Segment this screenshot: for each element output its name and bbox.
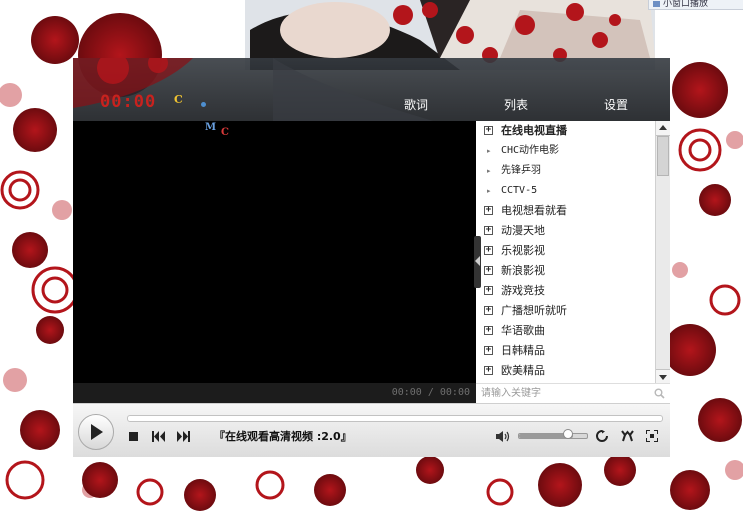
time-display: 00:00 bbox=[100, 92, 157, 112]
playlist-scrollbar[interactable] bbox=[655, 121, 670, 384]
playlist-item-label: 先锋乒羽 bbox=[501, 165, 541, 176]
marker-m: M bbox=[205, 122, 217, 133]
expand-icon[interactable]: + bbox=[484, 266, 493, 275]
playlist-group[interactable]: + 游戏竞技 bbox=[476, 281, 656, 301]
previous-icon[interactable] bbox=[152, 431, 165, 442]
expand-icon[interactable]: + bbox=[484, 226, 493, 235]
fullscreen-icon[interactable] bbox=[646, 430, 658, 442]
header-artwork bbox=[73, 58, 433, 121]
playlist-group[interactable]: + 华语歌曲 bbox=[476, 321, 656, 341]
volume-thumb[interactable] bbox=[563, 429, 573, 439]
player-window: 00:00 C 歌词 列表 设置 M C 00:00 / 00:00 + 在线电视… bbox=[73, 58, 670, 457]
scroll-down-button[interactable] bbox=[656, 369, 670, 384]
playlist-item-label: 广播想听就听 bbox=[501, 304, 567, 317]
c-mark: C bbox=[174, 93, 183, 106]
playlist-item-label: 乐视影视 bbox=[501, 244, 545, 257]
playlist-item-label: CHC动作电影 bbox=[501, 145, 560, 156]
tab-lyrics[interactable]: 歌词 bbox=[404, 96, 428, 113]
time-readout: 00:00 / 00:00 bbox=[391, 387, 470, 398]
playlist-item-label: 游戏竞技 bbox=[501, 284, 545, 297]
playlist-group[interactable]: + 电视想看就看 bbox=[476, 201, 656, 221]
search-input[interactable] bbox=[481, 386, 641, 401]
expand-icon[interactable]: + bbox=[484, 346, 493, 355]
collapse-arrow-icon bbox=[475, 256, 480, 266]
window-icon bbox=[653, 1, 660, 7]
collapse-panel-handle[interactable] bbox=[474, 236, 481, 288]
playlist-group[interactable]: + 日韩精品 bbox=[476, 341, 656, 361]
tab-settings[interactable]: 设置 bbox=[604, 96, 628, 113]
control-bar: 『在线观看高清视频 :2.0』 bbox=[73, 403, 670, 457]
mini-window-label: 小窗口播放 bbox=[663, 0, 709, 9]
volume-icon[interactable] bbox=[496, 431, 510, 442]
bullet-icon: ▸ bbox=[487, 167, 491, 175]
playlist-item-label: 欧美精品 bbox=[501, 364, 545, 377]
search-box bbox=[476, 383, 670, 403]
marker-c: C bbox=[221, 127, 229, 138]
expand-icon[interactable]: + bbox=[484, 246, 493, 255]
expand-icon[interactable]: + bbox=[484, 326, 493, 335]
scroll-thumb[interactable] bbox=[657, 136, 669, 176]
video-time-bar: 00:00 / 00:00 bbox=[73, 383, 476, 403]
status-dot bbox=[201, 102, 206, 107]
playlist-item-label: 在线电视直播 bbox=[501, 124, 567, 137]
expand-icon[interactable]: + bbox=[484, 126, 493, 135]
expand-icon[interactable]: + bbox=[484, 286, 493, 295]
mini-window-tab[interactable]: 小窗口播放 bbox=[648, 0, 743, 10]
search-icon[interactable] bbox=[654, 388, 665, 399]
tab-list[interactable]: 列表 bbox=[504, 96, 528, 113]
video-area[interactable] bbox=[73, 121, 476, 383]
stop-icon[interactable] bbox=[128, 431, 139, 442]
now-playing-title: 『在线观看高清视频 :2.0』 bbox=[214, 430, 352, 443]
expand-icon[interactable]: + bbox=[484, 366, 493, 375]
playlist-group[interactable]: + 在线电视直播 bbox=[476, 121, 656, 141]
playlist-group[interactable]: + 乐视影视 bbox=[476, 241, 656, 261]
playlist-item-label: 华语歌曲 bbox=[501, 324, 545, 337]
volume-slider[interactable] bbox=[518, 433, 588, 439]
playlist-channel[interactable]: ▸ 先锋乒羽 bbox=[476, 161, 656, 181]
next-icon[interactable] bbox=[177, 431, 190, 442]
scroll-up-button[interactable] bbox=[656, 121, 670, 136]
playlist-item-label: 动漫天地 bbox=[501, 224, 545, 237]
playlist-panel: + 在线电视直播 ▸ CHC动作电影 ▸ 先锋乒羽 ▸ CCTV-5 + 电视想看就看 + 动漫天地 +… bbox=[476, 121, 670, 384]
play-icon bbox=[91, 424, 103, 440]
play-button[interactable] bbox=[78, 414, 114, 450]
playlist-channel[interactable]: ▸ CHC动作电影 bbox=[476, 141, 656, 161]
playlist-channel[interactable]: ▸ CCTV-5 bbox=[476, 181, 656, 201]
playlist-group[interactable]: + 广播想听就听 bbox=[476, 301, 656, 321]
playlist-group[interactable]: + 动漫天地 bbox=[476, 221, 656, 241]
share-icon[interactable] bbox=[621, 430, 634, 442]
repeat-icon[interactable] bbox=[596, 430, 608, 442]
playlist-group[interactable]: + 欧美精品 bbox=[476, 361, 656, 381]
playlist-item-label: 日韩精品 bbox=[501, 344, 545, 357]
playlist-item-label: 新浪影视 bbox=[501, 264, 545, 277]
bullet-icon: ▸ bbox=[487, 147, 491, 155]
playlist-item-label: 电视想看就看 bbox=[501, 204, 567, 217]
bullet-icon: ▸ bbox=[487, 187, 491, 195]
playlist-item-label: CCTV-5 bbox=[501, 185, 538, 196]
progress-bar[interactable] bbox=[127, 415, 663, 422]
playlist-group[interactable]: + 新浪影视 bbox=[476, 261, 656, 281]
expand-icon[interactable]: + bbox=[484, 206, 493, 215]
expand-icon[interactable]: + bbox=[484, 306, 493, 315]
